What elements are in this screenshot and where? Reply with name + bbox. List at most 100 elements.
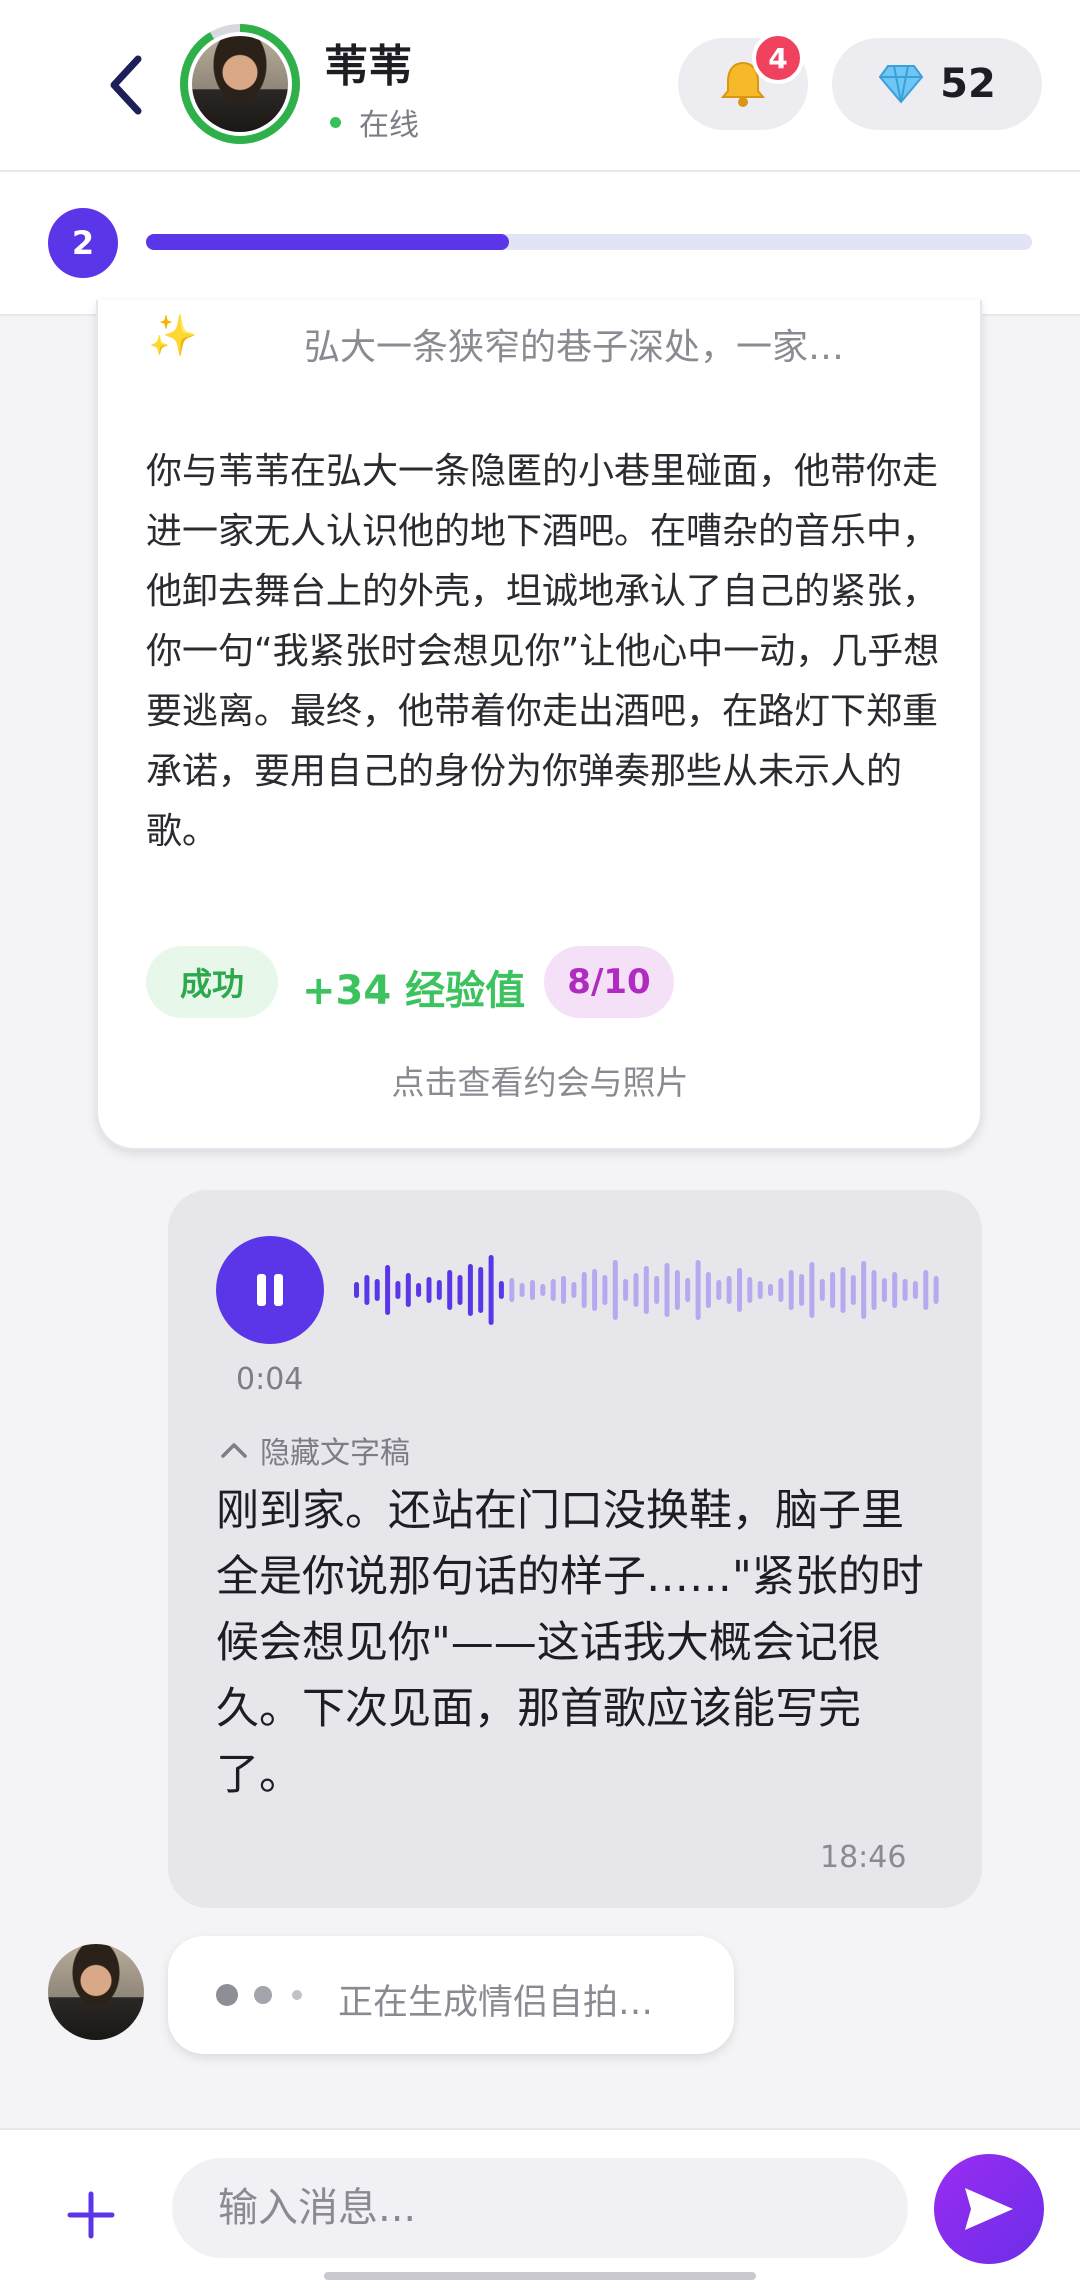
- diamond-icon: [878, 65, 924, 104]
- waveform-bar: [447, 1270, 453, 1310]
- waveform-bar: [664, 1263, 670, 1317]
- waveform-bar: [509, 1278, 515, 1302]
- level-badge: 2: [48, 208, 118, 278]
- waveform-bar: [705, 1272, 711, 1308]
- notification-badge: 4: [752, 32, 804, 84]
- waveform-bar: [747, 1277, 753, 1303]
- waveform-icon[interactable]: [352, 1250, 942, 1330]
- waveform-bar: [933, 1276, 939, 1304]
- waveform-bar: [540, 1284, 546, 1296]
- waveform-bar: [416, 1283, 422, 1297]
- waveform-bar: [685, 1278, 691, 1302]
- waveform-bar: [561, 1276, 566, 1304]
- back-chevron-icon: [110, 55, 142, 115]
- waveform-bar: [436, 1280, 442, 1300]
- message-timestamp: 18:46: [820, 1840, 907, 1875]
- waveform-bar: [478, 1267, 484, 1313]
- pause-button[interactable]: [216, 1236, 324, 1344]
- typing-dot: [254, 1986, 272, 2004]
- waveform-bar: [902, 1279, 908, 1301]
- waveform-bar: [809, 1262, 815, 1318]
- date-summary-text: 你与苇苇在弘大一条隐匿的小巷里碰面，他带你走进一家无人认识他的地下酒吧。在嘈杂的…: [146, 451, 940, 852]
- waveform-bar: [881, 1278, 887, 1302]
- date-location: 弘大一条狭窄的巷子深处，一家…: [304, 327, 845, 368]
- waveform-bar: [530, 1280, 535, 1300]
- waveform-bar: [726, 1276, 732, 1304]
- waveform-bar: [354, 1282, 359, 1298]
- hide-transcript-toggle[interactable]: 隐藏文字稿: [220, 1428, 410, 1472]
- waveform-bar: [716, 1280, 722, 1300]
- waveform-bar: [778, 1278, 784, 1302]
- status-label: 在线: [359, 108, 419, 143]
- progress-track: [146, 234, 1032, 250]
- home-indicator: [324, 2272, 756, 2280]
- waveform-bar: [602, 1275, 608, 1305]
- waveform-bar: [581, 1272, 587, 1308]
- contact-avatar[interactable]: [180, 24, 300, 144]
- waveform-bar: [654, 1276, 660, 1304]
- progress-fill: [146, 234, 510, 250]
- waveform-bar: [467, 1264, 473, 1316]
- waveform-bar: [405, 1273, 411, 1307]
- waveform-bar: [737, 1268, 742, 1312]
- gems-button[interactable]: 52: [832, 38, 1042, 130]
- waveform-bar: [633, 1273, 639, 1307]
- result-badge: 成功: [146, 946, 278, 1018]
- send-icon: [965, 2188, 1013, 2230]
- chevron-up-icon: [221, 1443, 247, 1458]
- waveform-bar: [385, 1265, 391, 1315]
- waveform-bar: [364, 1275, 370, 1305]
- waveform-bar: [871, 1270, 877, 1310]
- waveform-bar: [623, 1279, 629, 1301]
- waveform-bar: [643, 1266, 649, 1314]
- waveform-bar: [912, 1281, 918, 1299]
- typing-dot: [292, 1990, 302, 2000]
- message-input[interactable]: [172, 2158, 908, 2258]
- waveform-bar: [695, 1260, 701, 1320]
- xp-gain: +34 经验值: [302, 968, 526, 1014]
- typing-status: 正在生成情侣自拍…: [338, 1983, 654, 2023]
- plus-icon: [67, 2191, 115, 2239]
- waveform-bar: [830, 1272, 836, 1308]
- waveform-bar: [550, 1279, 556, 1301]
- waveform-bar: [799, 1274, 805, 1306]
- avatar-photo: [192, 36, 288, 132]
- sparkle-icon: ✨: [148, 313, 198, 359]
- waveform-bar: [488, 1255, 494, 1325]
- waveform-bar: [592, 1269, 598, 1311]
- score-badge: 8/10: [544, 946, 674, 1018]
- waveform-bar: [612, 1260, 618, 1320]
- waveform-bar: [850, 1275, 856, 1305]
- waveform-bar: [395, 1281, 401, 1299]
- online-status: 在线: [330, 100, 419, 144]
- relationship-progress: 2: [0, 172, 1080, 316]
- waveform-bar: [457, 1275, 463, 1305]
- transcript-toggle-label: 隐藏文字稿: [260, 1436, 410, 1471]
- waveform-bar: [571, 1282, 577, 1298]
- waveform-bar: [788, 1270, 794, 1310]
- voice-transcript: 刚到家。还站在门口没换鞋，脑子里全是你说那句话的样子……"紧张的时候会想见你"—…: [216, 1486, 924, 1800]
- view-date-link[interactable]: 点击查看约会与照片: [0, 1056, 1080, 1104]
- pause-icon: [257, 1274, 283, 1306]
- attach-button[interactable]: [56, 2180, 126, 2250]
- typing-dot: [216, 1984, 238, 2006]
- waveform-bar: [892, 1272, 898, 1308]
- gem-count: 52: [940, 61, 996, 107]
- waveform-bar: [519, 1283, 525, 1297]
- waveform-bar: [819, 1279, 825, 1301]
- waveform-bar: [923, 1270, 929, 1310]
- contact-name: 苇苇: [324, 41, 412, 92]
- contact-avatar-small[interactable]: [48, 1944, 144, 2040]
- waveform-bar: [674, 1270, 680, 1310]
- waveform-bar: [768, 1284, 773, 1296]
- waveform-bar: [840, 1267, 846, 1313]
- waveform-bar: [757, 1281, 763, 1299]
- waveform-bar: [374, 1279, 380, 1301]
- waveform-bar: [861, 1261, 867, 1319]
- back-button[interactable]: [96, 50, 156, 120]
- waveform-bar: [498, 1281, 504, 1299]
- online-dot-icon: [330, 116, 341, 128]
- voice-duration: 0:04: [236, 1362, 304, 1397]
- send-button[interactable]: [934, 2154, 1044, 2264]
- waveform-bar: [426, 1277, 432, 1303]
